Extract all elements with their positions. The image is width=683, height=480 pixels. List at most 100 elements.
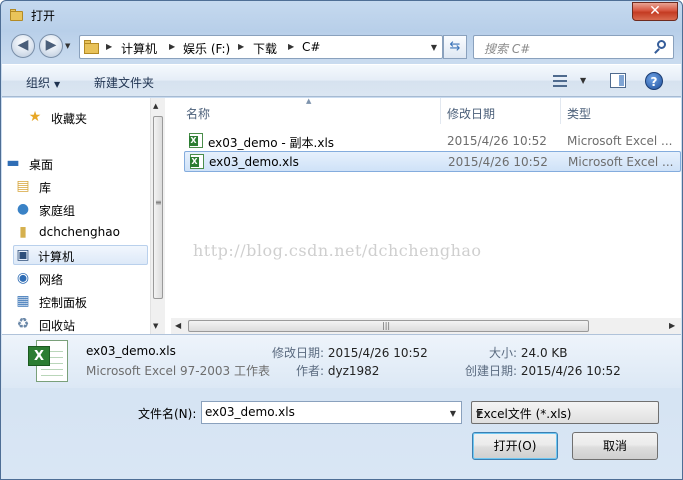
scroll-left-icon[interactable]: ◀ xyxy=(175,321,181,330)
view-options-chevron-icon[interactable]: ▼ xyxy=(580,76,586,85)
file-modified: 2015/4/26 10:52 xyxy=(447,134,547,148)
breadcrumb-separator-icon[interactable]: ▶ xyxy=(106,42,112,51)
excel-file-icon: X xyxy=(28,340,70,384)
scrollbar-thumb[interactable]: ||| xyxy=(188,320,589,332)
sidebar-item-label: 回收站 xyxy=(39,319,76,333)
watermark-text: http://blog.csdn.net/dchchenghao xyxy=(193,241,482,260)
column-header-label: 名称 xyxy=(186,107,211,121)
column-header-label: 类型 xyxy=(567,107,592,121)
change-view-icon[interactable] xyxy=(553,74,567,88)
filename-field[interactable]: ▼ xyxy=(201,401,462,424)
new-folder-button[interactable]: 新建文件夹 xyxy=(94,74,154,91)
preview-pane-icon[interactable] xyxy=(610,73,626,88)
sidebar-item-label: 网络 xyxy=(39,273,64,287)
grip-icon: ||| xyxy=(382,321,391,330)
navigation-bar: ◀ ▶ ▼ ▶ 计算机 ▶ 娱乐 (F:) ▶ 下载 ▶ C# ▼ ⇆ 搜索 C… xyxy=(1,33,682,59)
search-input[interactable]: 搜索 C# xyxy=(473,35,674,59)
grip-icon: ≡ xyxy=(155,198,162,207)
scroll-right-icon[interactable]: ▶ xyxy=(669,321,675,330)
recent-locations-chevron-icon[interactable]: ▼ xyxy=(65,42,70,50)
refresh-icon[interactable]: ⇆ xyxy=(443,35,467,59)
organize-button[interactable]: 组织 ▼ xyxy=(26,74,60,91)
file-name: ex03_demo - 副本.xls xyxy=(208,136,335,150)
sidebar-item-computer[interactable]: ▣ 计算机 xyxy=(13,245,148,265)
scrollbar-thumb[interactable]: ≡ xyxy=(153,116,163,299)
organize-label: 组织 xyxy=(26,76,51,90)
help-icon[interactable]: ? xyxy=(645,72,663,90)
file-type: Microsoft Excel ... xyxy=(567,134,673,148)
breadcrumb-separator-icon[interactable]: ▶ xyxy=(169,42,175,51)
recycle-bin-icon: ♻ xyxy=(16,316,30,332)
column-header-type[interactable]: 类型 xyxy=(561,98,681,124)
homegroup-icon: ● xyxy=(16,201,30,217)
file-type-select[interactable]: Excel文件 (*.xls) ▼ xyxy=(471,401,659,424)
navigation-pane: ★ 收藏夹 ▬ 桌面 ▤ 库 ● 家庭组 ▮ dchchenghao ▣ 计算机 xyxy=(2,98,165,334)
command-bar: 组织 ▼ 新建文件夹 ▼ ? xyxy=(2,64,681,97)
computer-icon: ▣ xyxy=(16,247,30,263)
details-pane: X ex03_demo.xls Microsoft Excel 97-2003 … xyxy=(2,334,681,388)
star-icon: ★ xyxy=(28,109,42,125)
detail-author-label: 作者: xyxy=(296,364,325,378)
desktop-icon: ▬ xyxy=(6,155,20,171)
file-type: Microsoft Excel ... xyxy=(568,155,674,169)
breadcrumb-csharp[interactable]: C# xyxy=(302,40,320,54)
breadcrumb-computer[interactable]: 计算机 xyxy=(121,40,157,57)
content-area: ★ 收藏夹 ▬ 桌面 ▤ 库 ● 家庭组 ▮ dchchenghao ▣ 计算机 xyxy=(2,97,681,334)
search-placeholder: 搜索 C# xyxy=(484,42,531,56)
sidebar-item-label: 计算机 xyxy=(38,250,75,264)
user-icon: ▮ xyxy=(19,224,27,240)
sidebar-item-label: 家庭组 xyxy=(39,204,76,218)
column-header-modified[interactable]: 修改日期 xyxy=(441,98,561,124)
sidebar-item-label: dchchenghao xyxy=(39,225,120,239)
file-row[interactable]: ex03_demo - 副本.xls 2015/4/26 10:52 Micro… xyxy=(184,131,681,152)
breadcrumb-separator-icon[interactable]: ▶ xyxy=(238,42,244,51)
close-button[interactable]: ✕ xyxy=(632,2,678,21)
search-icon[interactable] xyxy=(654,40,667,54)
chevron-down-icon: ▼ xyxy=(476,409,483,418)
detail-file-type: Microsoft Excel 97-2003 工作表 xyxy=(86,364,270,378)
file-row-selected[interactable]: ex03_demo.xls 2015/4/26 10:52 Microsoft … xyxy=(184,151,681,172)
scroll-up-icon[interactable]: ▲ xyxy=(153,102,158,110)
sidebar-scrollbar[interactable]: ▲ ≡ ▼ xyxy=(150,98,165,334)
excel-file-icon xyxy=(189,133,203,148)
window-title: 打开 xyxy=(31,9,56,23)
sidebar-item-label: 收藏夹 xyxy=(51,112,88,126)
filename-input[interactable] xyxy=(205,405,435,419)
excel-file-icon xyxy=(190,154,204,169)
file-list-scrollbar[interactable]: ◀ ||| ▶ xyxy=(171,318,681,334)
forward-button[interactable]: ▶ xyxy=(39,34,63,58)
address-history-chevron-icon[interactable]: ▼ xyxy=(431,43,437,52)
library-icon: ▤ xyxy=(16,178,30,194)
file-modified: 2015/4/26 10:52 xyxy=(448,155,548,169)
column-header-name[interactable]: 名称 ▲ xyxy=(166,97,441,124)
breadcrumb-separator-icon[interactable]: ▶ xyxy=(288,42,294,51)
chevron-down-icon: ▼ xyxy=(54,80,61,89)
detail-created-value: 2015/4/26 10:52 xyxy=(520,364,621,378)
detail-size-value: 24.0 KB xyxy=(520,346,568,360)
file-list: 名称 ▲ 修改日期 类型 ex03_demo - 副本.xls 2015/4/2… xyxy=(166,97,681,334)
open-button[interactable]: 打开(O) xyxy=(472,432,558,460)
chevron-down-icon[interactable]: ▼ xyxy=(450,409,456,418)
detail-file-name: ex03_demo.xls xyxy=(86,344,176,358)
folder-icon xyxy=(10,9,24,21)
detail-modified-value: 2015/4/26 10:52 xyxy=(327,346,428,360)
filename-label: 文件名(N): xyxy=(138,407,197,421)
column-header-label: 修改日期 xyxy=(447,107,496,121)
breadcrumb-downloads[interactable]: 下载 xyxy=(253,40,277,57)
detail-size-label: 大小: xyxy=(489,346,518,360)
scroll-down-icon[interactable]: ▼ xyxy=(153,322,158,330)
detail-modified-label: 修改日期: xyxy=(272,346,325,360)
back-button[interactable]: ◀ xyxy=(11,34,35,58)
sort-ascending-icon: ▲ xyxy=(306,97,312,105)
sidebar-item-label: 库 xyxy=(39,181,52,195)
folder-icon xyxy=(84,40,100,54)
breadcrumb-drive[interactable]: 娱乐 (F:) xyxy=(183,40,230,57)
detail-created-label: 创建日期: xyxy=(465,364,518,378)
sidebar-item-label: 控制面板 xyxy=(39,296,88,310)
title-bar: 打开 ✕ xyxy=(1,1,682,29)
address-bar[interactable]: ▶ 计算机 ▶ 娱乐 (F:) ▶ 下载 ▶ C# ▼ xyxy=(79,35,443,59)
control-panel-icon: ▦ xyxy=(16,293,30,309)
file-name: ex03_demo.xls xyxy=(209,155,299,169)
detail-author-value: dyz1982 xyxy=(327,364,380,378)
cancel-button[interactable]: 取消 xyxy=(572,432,658,460)
